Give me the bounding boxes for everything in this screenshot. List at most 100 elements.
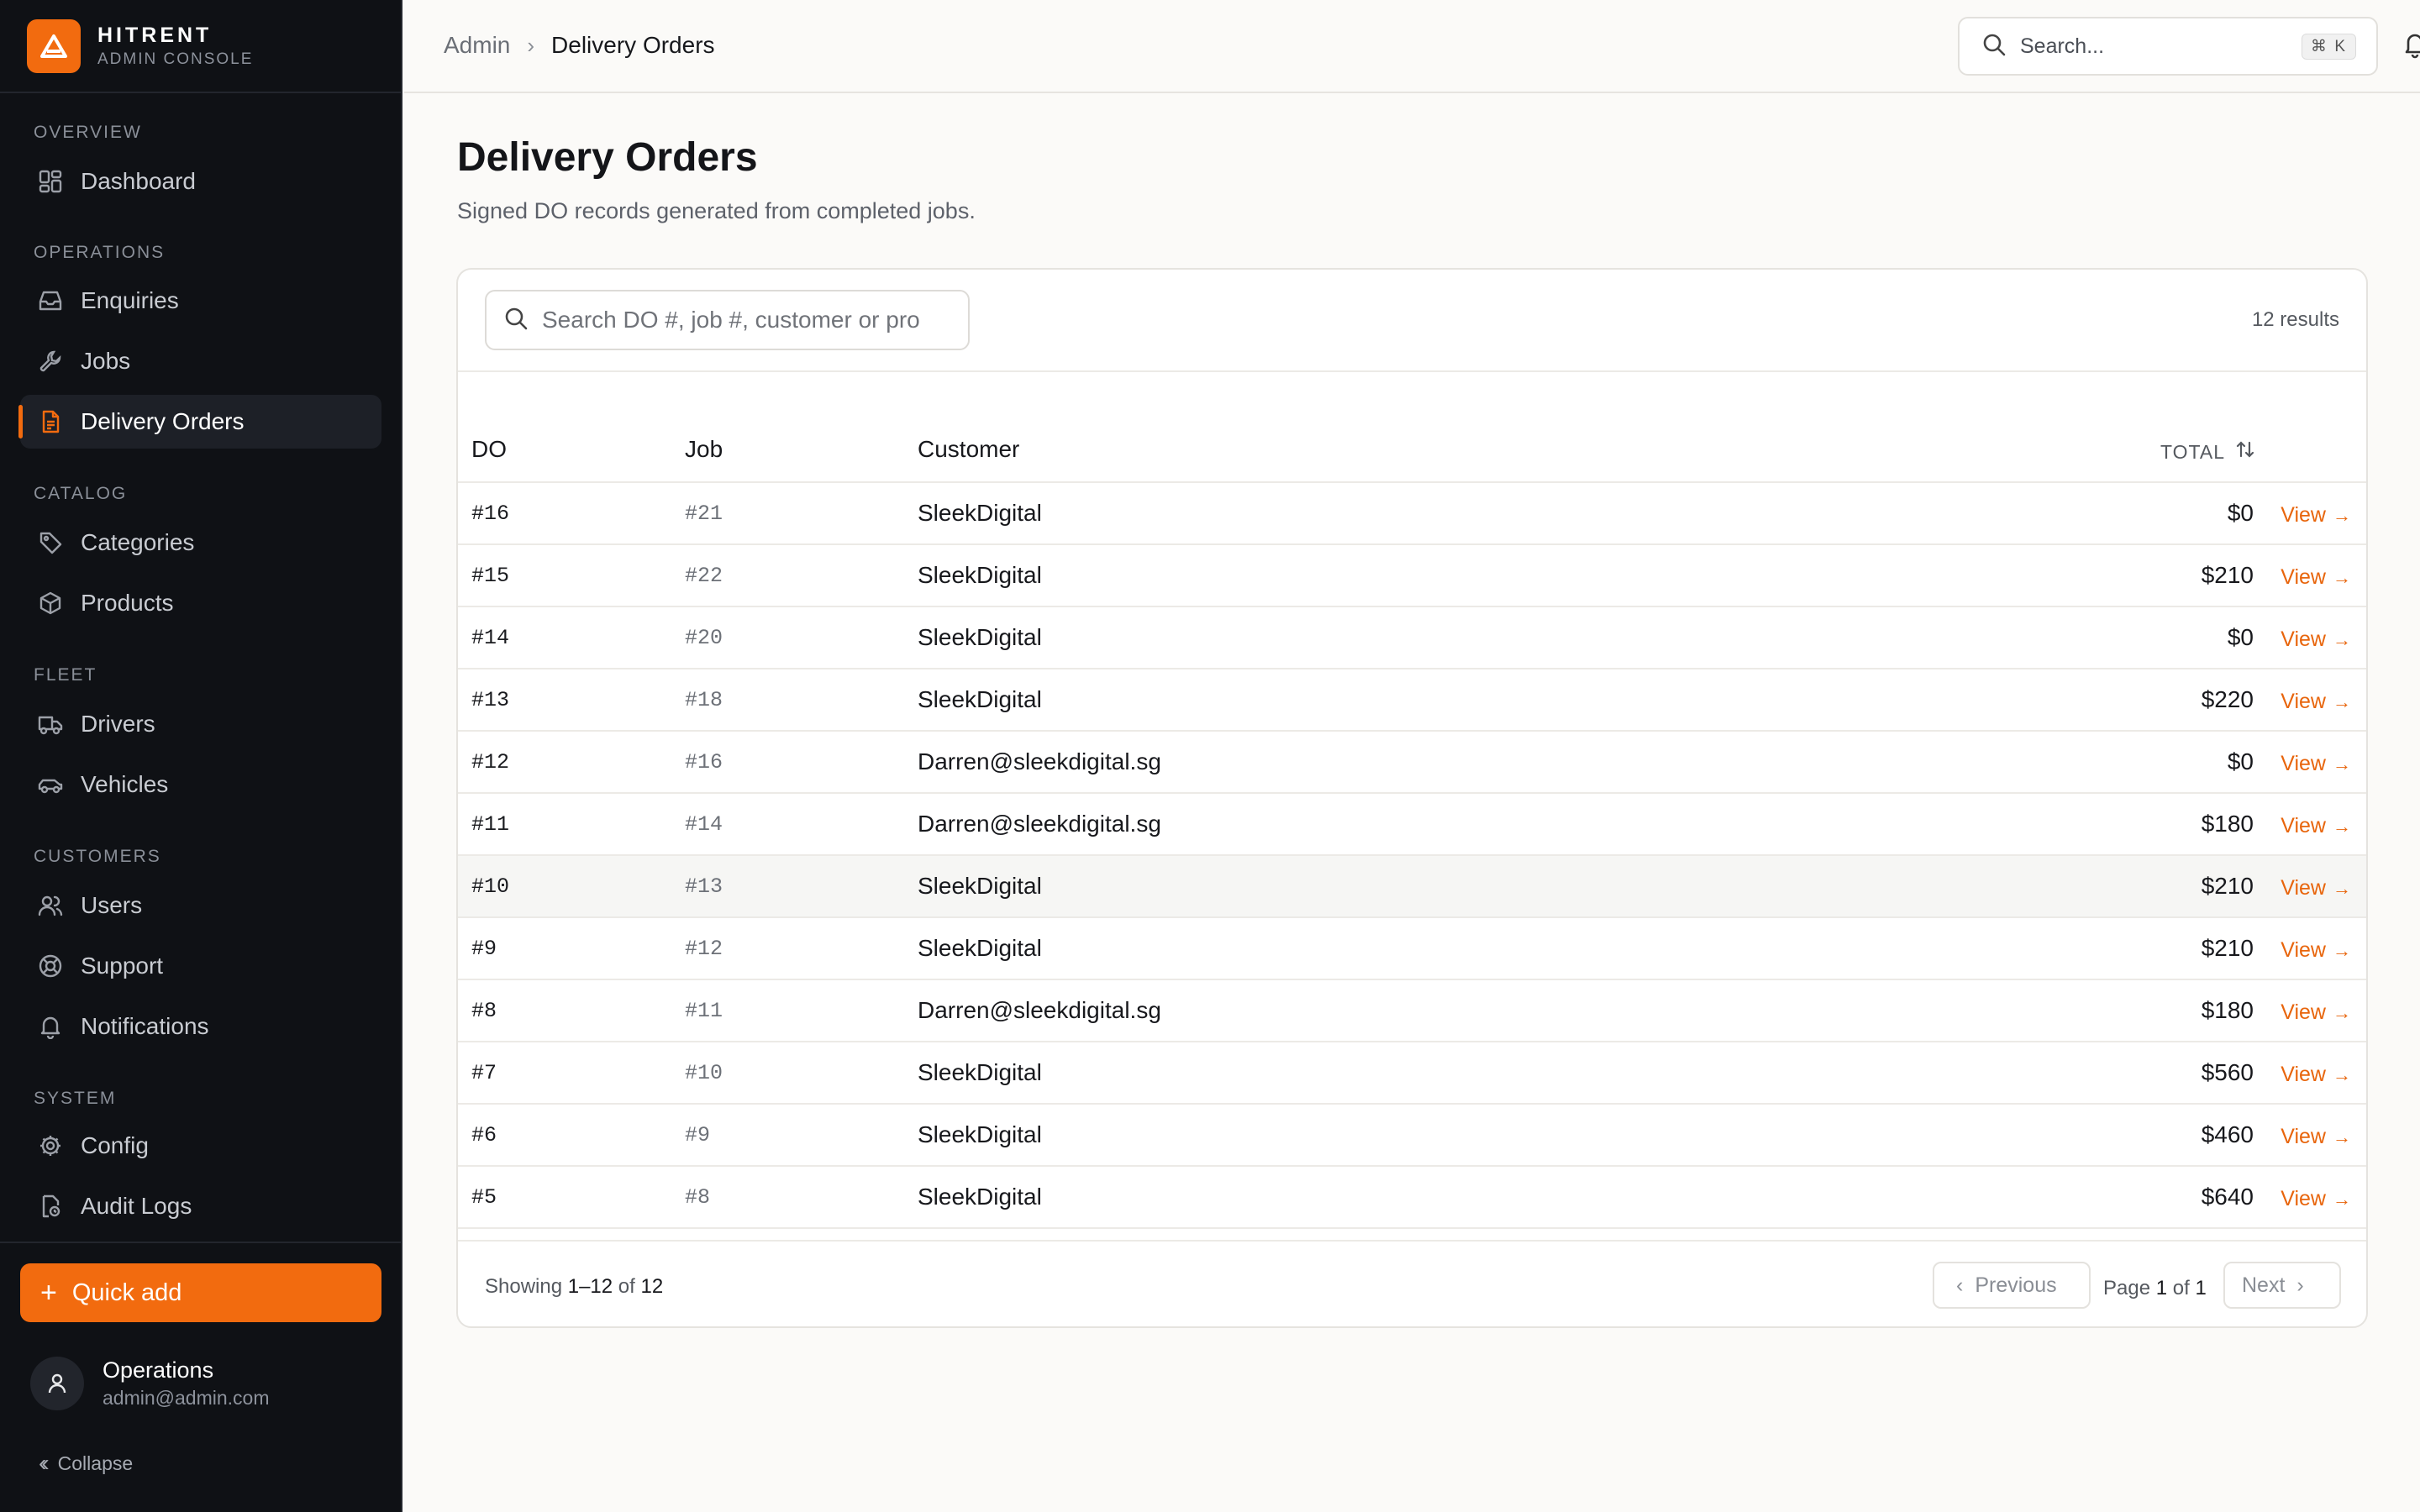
table-footer: Showing 1–12 of 12 ‹ Previous Page 1 of …: [458, 1240, 2366, 1326]
breadcrumb-current: Delivery Orders: [551, 32, 715, 58]
cell-total: $0: [2227, 748, 2254, 774]
sidebar-item-label: Users: [81, 892, 143, 918]
column-header-total[interactable]: TOTAL: [2160, 439, 2255, 465]
table-row[interactable]: #13 #18 SleekDigital $220 View →: [458, 669, 2366, 732]
table-row[interactable]: #11 #14 Darren@sleekdigital.sg $180 View →: [458, 794, 2366, 856]
package-icon: [35, 588, 66, 618]
sidebar-item-audit-logs[interactable]: Audit Logs: [20, 1179, 381, 1233]
table-row[interactable]: #15 #22 SleekDigital $210 View →: [458, 545, 2366, 607]
next-page-button[interactable]: Next ›: [2223, 1262, 2341, 1309]
view-link[interactable]: View →: [2281, 876, 2351, 900]
sidebar-item-products[interactable]: Products: [20, 576, 381, 630]
cell-total: $180: [2201, 811, 2254, 837]
sidebar-item-categories[interactable]: Categories: [20, 516, 381, 570]
sidebar-item-jobs[interactable]: Jobs: [20, 334, 381, 388]
sidebar-item-enquiries[interactable]: Enquiries: [20, 274, 381, 328]
table-row[interactable]: #6 #9 SleekDigital $460 View →: [458, 1105, 2366, 1167]
nav-group-title-fleet: FLEET: [34, 665, 97, 685]
table-row[interactable]: #5 #8 SleekDigital $640 View →: [458, 1167, 2366, 1229]
lifebuoy-icon: [35, 951, 66, 981]
arrow-right-icon: →: [2333, 815, 2351, 837]
collapse-button[interactable]: ‹‹ Collapse: [39, 1450, 133, 1477]
table-row[interactable]: #12 #16 Darren@sleekdigital.sg $0 View →: [458, 732, 2366, 794]
cell-total: $560: [2201, 1059, 2254, 1085]
next-label: Next: [2242, 1273, 2286, 1297]
view-link[interactable]: View →: [2281, 1125, 2351, 1149]
arrow-right-icon: →: [2333, 690, 2351, 712]
view-link[interactable]: View →: [2281, 1187, 2351, 1211]
table-search-input[interactable]: [540, 306, 947, 334]
user-profile[interactable]: Operations admin@admin.com: [30, 1357, 269, 1410]
cell-do: #8: [471, 999, 497, 1023]
cell-customer: SleekDigital: [918, 562, 1042, 588]
global-search[interactable]: Search... ⌘ K: [1958, 17, 2378, 76]
sidebar-item-support[interactable]: Support: [20, 939, 381, 993]
previous-label: Previous: [1975, 1273, 2057, 1297]
table-row[interactable]: #14 #20 SleekDigital $0 View →: [458, 607, 2366, 669]
cell-total: $0: [2227, 624, 2254, 650]
sidebar-item-delivery-orders[interactable]: Delivery Orders: [18, 395, 381, 449]
sidebar-item-config[interactable]: Config: [20, 1119, 381, 1173]
table-row[interactable]: #7 #10 SleekDigital $560 View →: [458, 1042, 2366, 1105]
cell-do: #5: [471, 1185, 497, 1210]
table-row[interactable]: #16 #21 SleekDigital $0 View →: [458, 483, 2366, 545]
table-row[interactable]: #10 #13 SleekDigital $210 View →: [458, 856, 2366, 918]
breadcrumb-admin[interactable]: Admin: [444, 32, 510, 59]
table-row[interactable]: #8 #11 Darren@sleekdigital.sg $180 View →: [458, 980, 2366, 1042]
users-icon: [35, 890, 66, 921]
table-row[interactable]: #9 #12 SleekDigital $210 View →: [458, 918, 2366, 980]
nav-group-title-customers: CUSTOMERS: [34, 847, 161, 866]
sidebar-item-dashboard[interactable]: Dashboard: [20, 155, 381, 208]
table-toolbar: 12 results: [458, 270, 2366, 372]
table-search[interactable]: [485, 290, 970, 350]
view-link[interactable]: View →: [2281, 627, 2351, 652]
notifications-bell-icon[interactable]: [2402, 30, 2420, 63]
cell-customer: SleekDigital: [918, 873, 1042, 899]
view-link[interactable]: View →: [2281, 690, 2351, 714]
sidebar-item-vehicles[interactable]: Vehicles: [20, 758, 381, 811]
cell-total: $460: [2201, 1121, 2254, 1147]
sidebar-item-notifications[interactable]: Notifications: [20, 1000, 381, 1053]
view-label: View: [2281, 938, 2326, 962]
cell-do: #9: [471, 937, 497, 961]
user-email: admin@admin.com: [103, 1387, 270, 1409]
view-link[interactable]: View →: [2281, 1063, 2351, 1087]
cell-job: #14: [685, 812, 723, 837]
previous-page-button[interactable]: ‹ Previous: [1933, 1262, 2091, 1309]
view-link[interactable]: View →: [2281, 752, 2351, 776]
cell-customer: SleekDigital: [918, 500, 1042, 526]
view-link[interactable]: View →: [2281, 565, 2351, 590]
sidebar-item-label: Vehicles: [81, 771, 169, 797]
nav-group-title-system: SYSTEM: [34, 1089, 117, 1108]
view-label: View: [2281, 752, 2326, 775]
view-link[interactable]: View →: [2281, 814, 2351, 838]
cell-do: #6: [471, 1123, 497, 1147]
showing-of: of: [618, 1275, 635, 1298]
view-link[interactable]: View →: [2281, 503, 2351, 528]
avatar: [30, 1357, 84, 1410]
cell-do: #15: [471, 564, 510, 588]
sidebar-item-label: Notifications: [81, 1013, 209, 1039]
page-title: Delivery Orders: [457, 135, 758, 180]
brand-subtitle: ADMIN CONSOLE: [97, 50, 254, 68]
sidebar-item-label: Support: [81, 953, 164, 979]
cell-total: $210: [2201, 935, 2254, 961]
table-header: DO Job Customer TOTAL: [458, 372, 2366, 483]
quick-add-button[interactable]: + Quick add: [20, 1263, 381, 1322]
tag-icon: [35, 528, 66, 558]
global-search-placeholder: Search...: [2020, 34, 2105, 58]
gear-icon: [35, 1131, 66, 1161]
brand[interactable]: HITRENT ADMIN CONSOLE: [0, 0, 401, 93]
sidebar-item-label: Enquiries: [81, 287, 179, 313]
chevrons-left-icon: ‹‹: [39, 1450, 49, 1476]
arrow-right-icon: →: [2333, 1126, 2351, 1147]
cell-total: $210: [2201, 562, 2254, 588]
sidebar-item-drivers[interactable]: Drivers: [20, 697, 381, 751]
view-link[interactable]: View →: [2281, 1000, 2351, 1025]
sidebar-item-users[interactable]: Users: [20, 879, 381, 932]
cell-job: #9: [685, 1123, 711, 1147]
column-header-job: Job: [685, 436, 723, 462]
plus-icon: +: [40, 1277, 57, 1309]
view-link[interactable]: View →: [2281, 938, 2351, 963]
cell-total: $0: [2227, 500, 2254, 526]
